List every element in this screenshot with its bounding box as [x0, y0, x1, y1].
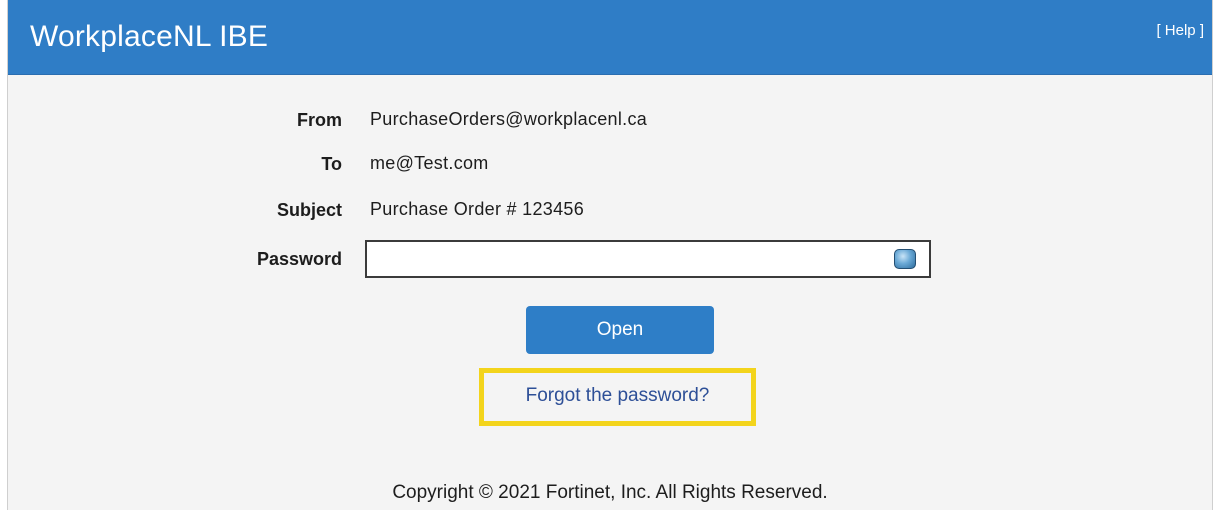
- password-input[interactable]: [365, 240, 931, 278]
- forgot-password-highlight: Forgot the password?: [479, 368, 756, 426]
- to-value: me@Test.com: [370, 153, 489, 173]
- password-label: Password: [256, 249, 342, 269]
- to-label: To: [321, 154, 342, 174]
- open-button[interactable]: Open: [526, 306, 714, 354]
- help-link[interactable]: [ Help ]: [1156, 22, 1204, 39]
- forgot-password-link[interactable]: Forgot the password?: [484, 385, 751, 407]
- copyright-text: Copyright © 2021 Fortinet, Inc. All Righ…: [392, 482, 828, 503]
- virtual-keyboard-icon[interactable]: [894, 249, 916, 269]
- header-bar: WorkplaceNL IBE [ Help ]: [8, 0, 1212, 75]
- subject-value: Purchase Order # 123456: [370, 199, 585, 219]
- from-value: PurchaseOrders@workplacenl.ca: [370, 109, 648, 129]
- app-title: WorkplaceNL IBE: [30, 20, 269, 53]
- login-window: WorkplaceNL IBE [ Help ] From PurchaseOr…: [7, 0, 1213, 510]
- from-label: From: [297, 110, 342, 130]
- subject-label: Subject: [276, 200, 342, 220]
